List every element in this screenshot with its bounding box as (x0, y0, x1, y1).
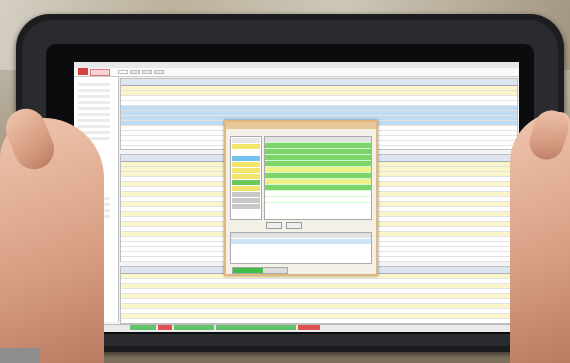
tab-4[interactable] (154, 70, 164, 74)
grid-header (121, 79, 517, 86)
status-chip (216, 325, 296, 330)
red-label-tag (90, 69, 110, 76)
table-row[interactable] (231, 251, 371, 256)
list-item[interactable] (232, 156, 260, 161)
tab-2[interactable] (130, 70, 140, 74)
table-row[interactable] (231, 245, 371, 250)
sidebar-item[interactable] (78, 107, 110, 110)
list-item[interactable] (232, 192, 260, 197)
sidebar-item[interactable] (78, 119, 110, 122)
grid-header (231, 233, 371, 238)
list-item[interactable] (232, 138, 260, 143)
dialog-subtable (230, 232, 372, 264)
wristwatch (0, 348, 40, 363)
table-row[interactable] (265, 197, 371, 203)
dialog-buttons (266, 222, 302, 229)
status-chip (298, 325, 320, 330)
progress-fill (233, 268, 263, 273)
color-list[interactable] (230, 136, 262, 220)
list-item[interactable] (232, 144, 260, 149)
dialog-button[interactable] (286, 222, 302, 229)
list-item[interactable] (232, 204, 260, 209)
sidebar-item[interactable] (78, 95, 110, 98)
status-chip (174, 325, 214, 330)
sidebar-item[interactable] (78, 83, 110, 86)
sidebar-item[interactable] (78, 113, 110, 116)
modal-dialog (224, 120, 378, 276)
list-item[interactable] (232, 168, 260, 173)
status-chip (130, 325, 156, 330)
tablet-screen (74, 62, 519, 332)
list-item[interactable] (232, 180, 260, 185)
list-item[interactable] (232, 150, 260, 155)
status-chip (158, 325, 172, 330)
table-row[interactable] (121, 314, 517, 319)
tab-1[interactable] (118, 70, 128, 74)
sidebar-item[interactable] (78, 125, 110, 128)
dialog-title (226, 122, 376, 129)
list-item[interactable] (232, 198, 260, 203)
app-tabs (118, 70, 164, 74)
table-row[interactable] (231, 239, 371, 244)
list-item[interactable] (232, 186, 260, 191)
sidebar-item[interactable] (78, 89, 110, 92)
progress-bar (232, 267, 288, 274)
dialog-button[interactable] (266, 222, 282, 229)
sidebar-item[interactable] (78, 101, 110, 104)
tab-3[interactable] (142, 70, 152, 74)
list-item[interactable] (232, 162, 260, 167)
red-action-button[interactable] (78, 68, 88, 75)
list-item[interactable] (232, 174, 260, 179)
dialog-table (264, 136, 372, 220)
